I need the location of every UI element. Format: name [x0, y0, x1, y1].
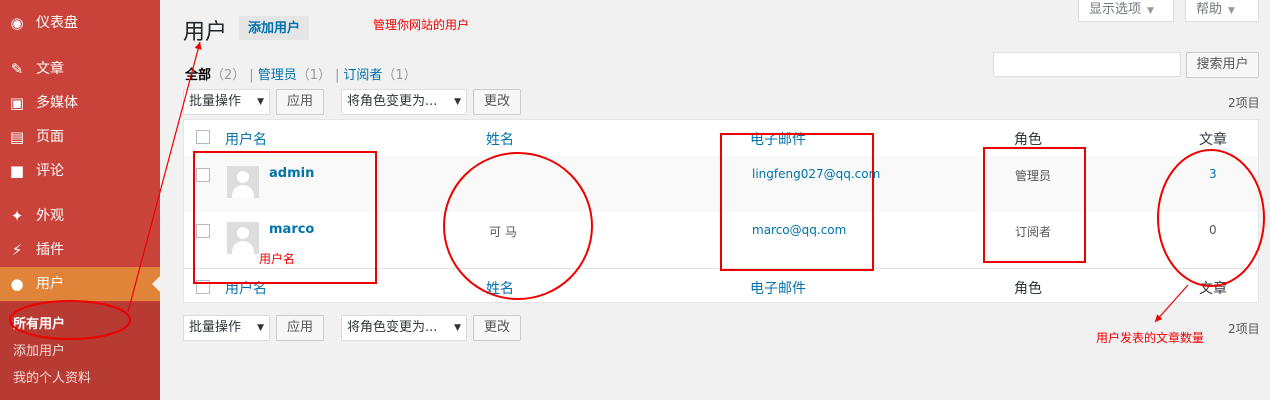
menu-item-media[interactable]: ▣ 多媒体: [0, 86, 160, 120]
help-button[interactable]: 帮助 ▼: [1185, 0, 1259, 22]
change-role-select-bottom[interactable]: 将角色变更为... ▼: [341, 315, 467, 341]
dropdown-arrow-icon: ▼: [257, 323, 264, 333]
username-link[interactable]: marco: [269, 222, 314, 237]
filter-all-count: （2）: [211, 68, 246, 83]
menu-item-label: 多媒体: [36, 95, 78, 111]
menu-item-label: 评论: [36, 163, 64, 179]
column-posts: 文章: [1199, 132, 1227, 148]
menu-item-label: 仪表盘: [36, 15, 78, 31]
menu-item-dashboard[interactable]: ◉ 仪表盘: [0, 6, 160, 40]
bulk-actions-select-bottom[interactable]: 批量操作 ▼: [183, 315, 270, 341]
bulk-actions-value: 批量操作: [189, 94, 242, 109]
user-icon: ●: [10, 275, 24, 293]
row-checkbox[interactable]: [196, 224, 210, 238]
filter-separator: |: [334, 68, 340, 83]
pin-icon: ✎: [10, 60, 24, 78]
help-label: 帮助: [1196, 2, 1223, 17]
name-cell: 可 马: [489, 225, 517, 239]
menu-item-label: 外观: [36, 208, 64, 224]
filter-admin-count: （1）: [296, 68, 331, 83]
users-submenu: 所有用户 添加用户 我的个人资料: [0, 302, 160, 400]
search-users-button[interactable]: 搜索用户: [1186, 52, 1259, 78]
posts-count-link[interactable]: 3: [1209, 167, 1217, 181]
caret-down-icon: ▼: [1228, 6, 1235, 16]
submenu-add-user[interactable]: 添加用户: [13, 340, 65, 359]
page-title: 用户: [183, 20, 228, 45]
menu-item-plugins[interactable]: ⚡ 插件: [0, 233, 160, 267]
admin-sidebar: ◉ 仪表盘 ✎ 文章 ▣ 多媒体 ▤ 页面 ■ 评论 ✦ 外观 ⚡ 插件 ● 用…: [0, 0, 160, 400]
menu-item-label: 页面: [36, 129, 64, 145]
user-role-filters: 全部（2） | 管理员（1） | 订阅者（1）: [185, 64, 417, 83]
menu-item-appearance[interactable]: ✦ 外观: [0, 199, 160, 233]
dropdown-arrow-icon: ▼: [454, 323, 461, 333]
users-table: 用户名 姓名 电子邮件 角色 文章 admin lingfeng027@qq.c…: [183, 119, 1259, 303]
filter-separator: |: [249, 68, 254, 83]
bulk-actions-value: 批量操作: [189, 320, 242, 335]
column-email[interactable]: 电子邮件: [750, 129, 806, 149]
annotation-username: 用户名: [259, 252, 296, 266]
table-header: 用户名 姓名 电子邮件 角色 文章: [184, 120, 1258, 157]
column-email-footer[interactable]: 电子邮件: [750, 278, 806, 298]
filter-subscriber[interactable]: 订阅者: [343, 68, 382, 83]
filter-all[interactable]: 全部: [185, 68, 211, 83]
comment-icon: ■: [9, 162, 25, 180]
change-role-value: 将角色变更为...: [347, 320, 438, 335]
plugin-icon: ⚡: [11, 241, 23, 259]
role-cell: 订阅者: [1015, 225, 1052, 239]
menu-item-posts[interactable]: ✎ 文章: [0, 52, 160, 86]
apply-button-bottom[interactable]: 应用: [276, 315, 324, 341]
column-posts-footer: 文章: [1199, 281, 1227, 297]
media-icon: ▣: [9, 94, 25, 112]
appearance-icon: ✦: [10, 207, 24, 225]
submenu-my-profile[interactable]: 我的个人资料: [13, 367, 91, 386]
menu-item-comments[interactable]: ■ 评论: [0, 154, 160, 188]
select-all-checkbox-footer[interactable]: [196, 280, 210, 294]
change-role-value: 将角色变更为...: [347, 94, 438, 109]
menu-item-users[interactable]: ● 用户: [0, 267, 160, 301]
table-row: marco 可 马 marco@qq.com 订阅者 0: [184, 212, 1258, 268]
column-name-footer[interactable]: 姓名: [486, 278, 514, 298]
bulk-actions-select-top[interactable]: 批量操作 ▼: [183, 89, 270, 115]
avatar: [227, 166, 259, 198]
menu-item-label: 文章: [36, 61, 64, 77]
change-button-top[interactable]: 更改: [473, 89, 521, 115]
table-row: admin lingfeng027@qq.com 管理员 3: [184, 156, 1258, 212]
dropdown-arrow-icon: ▼: [257, 97, 264, 107]
screen-options-label: 显示选项: [1089, 2, 1142, 17]
avatar: [227, 222, 259, 254]
add-user-button[interactable]: 添加用户: [239, 16, 310, 40]
change-role-select-top[interactable]: 将角色变更为... ▼: [341, 89, 467, 115]
items-count-top: 2项目: [1228, 96, 1260, 110]
column-username-footer[interactable]: 用户名: [225, 278, 267, 298]
caret-down-icon: ▼: [1147, 6, 1154, 16]
row-checkbox[interactable]: [196, 168, 210, 182]
column-role: 角色: [1014, 132, 1042, 148]
page-icon: ▤: [9, 128, 25, 146]
change-button-bottom[interactable]: 更改: [473, 315, 521, 341]
column-username[interactable]: 用户名: [225, 129, 267, 149]
select-all-checkbox[interactable]: [196, 130, 210, 144]
table-footer: 用户名 姓名 电子邮件 角色 文章: [184, 268, 1258, 305]
submenu-all-users[interactable]: 所有用户: [13, 313, 65, 332]
column-role-footer: 角色: [1014, 281, 1042, 297]
dashboard-icon: ◉: [10, 14, 24, 32]
filter-admin[interactable]: 管理员: [258, 68, 297, 83]
apply-button-top[interactable]: 应用: [276, 89, 324, 115]
email-link[interactable]: marco@qq.com: [752, 223, 846, 237]
posts-count: 0: [1209, 223, 1217, 237]
user-search-input[interactable]: [993, 52, 1181, 77]
username-link[interactable]: admin: [269, 166, 314, 181]
menu-item-pages[interactable]: ▤ 页面: [0, 120, 160, 154]
filter-subscriber-count: （1）: [382, 68, 417, 83]
dropdown-arrow-icon: ▼: [454, 97, 461, 107]
menu-item-label: 插件: [36, 242, 64, 258]
menu-item-label: 用户: [36, 276, 64, 292]
role-cell: 管理员: [1015, 169, 1052, 183]
column-name[interactable]: 姓名: [486, 129, 514, 149]
annotation-manage-users: 管理你网站的用户: [373, 18, 470, 32]
screen-options-button[interactable]: 显示选项 ▼: [1078, 0, 1174, 22]
annotation-post-count: 用户发表的文章数量: [1096, 331, 1205, 345]
items-count-bottom: 2项目: [1228, 322, 1260, 336]
email-link[interactable]: lingfeng027@qq.com: [752, 167, 880, 181]
